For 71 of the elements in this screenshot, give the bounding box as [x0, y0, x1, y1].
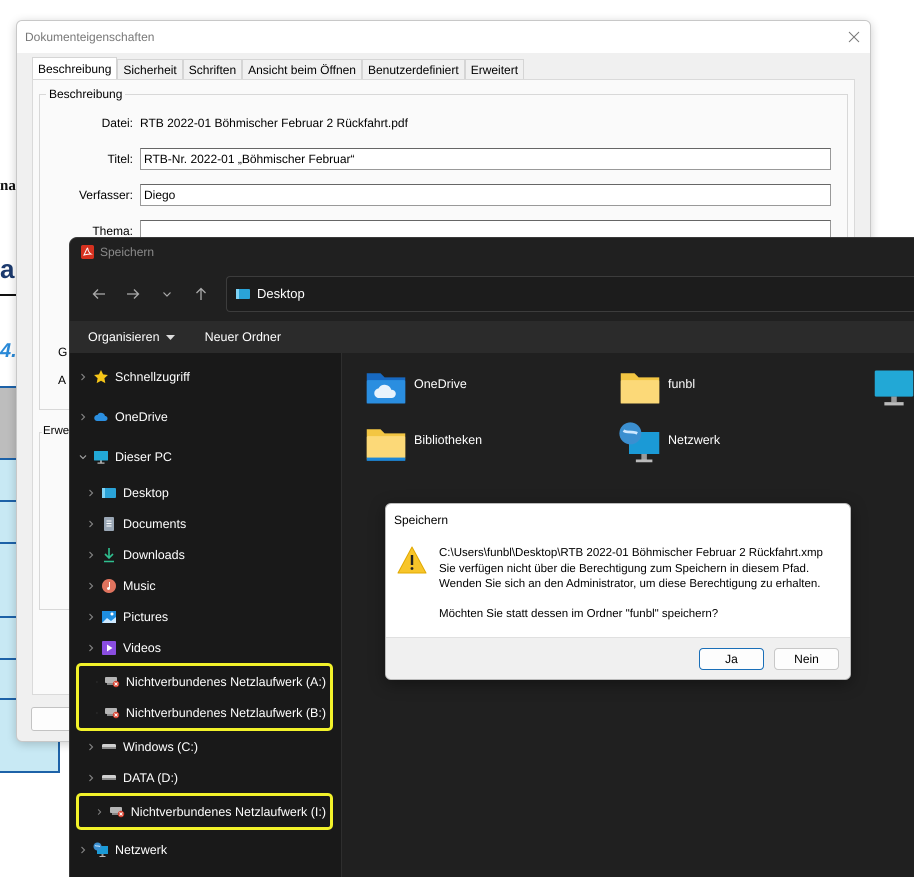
document-text: 4.	[0, 340, 17, 363]
field-label: A	[58, 373, 66, 387]
window-title: Dokumenteigenschaften	[25, 30, 154, 44]
nav-item[interactable]: Desktop	[70, 477, 341, 508]
up-arrow-icon[interactable]	[194, 286, 208, 300]
group-title: Beschreibung	[46, 87, 126, 101]
download-icon	[101, 546, 117, 562]
tab[interactable]: Sicherheit	[117, 59, 183, 79]
back-arrow-icon[interactable]	[92, 286, 106, 300]
question-text: Möchten Sie statt dessen im Ordner "funbl" speichern?	[439, 606, 720, 622]
nav-item[interactable]: Music	[70, 570, 341, 601]
dialog-button[interactable]: Ja	[699, 648, 764, 670]
input-field[interactable]: RTB-Nr. 2022-01 „Böhmischer Februar“	[140, 148, 831, 170]
network-drive-icon	[104, 676, 120, 688]
close-icon[interactable]	[848, 31, 860, 43]
dialog-button[interactable]: Nein	[774, 648, 839, 670]
network-drive-icon	[108, 806, 125, 818]
nav-item[interactable]: Windows (C:)	[70, 731, 341, 762]
tab[interactable]: Beschreibung	[32, 57, 118, 79]
message-text: C:\Users\funbl\Desktop\RTB 2022-01 Böhmischer Februar 2 Rückfahrt.xmp	[439, 546, 823, 561]
star-icon	[93, 369, 109, 385]
address-bar[interactable]: Desktop	[226, 276, 914, 312]
network-drive-icon	[104, 706, 120, 718]
window-title: Speichern	[100, 245, 154, 259]
tab[interactable]: Benutzerdefiniert	[362, 59, 465, 79]
nav-item[interactable]: Videos	[70, 632, 341, 663]
tab[interactable]: Ansicht beim Öffnen	[242, 59, 362, 79]
folder-item[interactable]: OneDrive	[364, 365, 618, 421]
group-title: Erwe	[42, 425, 70, 437]
tab[interactable]: Erweitert	[464, 59, 524, 79]
field-label: G	[58, 345, 68, 359]
folder-item[interactable]: Bibliotheken	[364, 421, 618, 477]
network-icon	[93, 842, 109, 858]
network-icon	[618, 421, 662, 465]
document-icon	[101, 516, 117, 532]
toolbar-button[interactable]: Organisieren	[88, 330, 175, 344]
field-label: Titel:	[106, 152, 134, 166]
nav-item[interactable]: Nichtverbundenes Netzlaufwerk (I:)	[79, 796, 326, 827]
toolbar-button[interactable]: Neuer Ordner	[204, 330, 282, 344]
nav-item[interactable]: DATA (D:)	[70, 762, 341, 793]
pdf-app-icon	[81, 245, 94, 259]
nav-item[interactable]: Pictures	[70, 601, 341, 632]
forward-arrow-icon[interactable]	[126, 286, 140, 300]
drive-icon	[101, 774, 117, 781]
nav-item[interactable]: OneDrive	[70, 397, 341, 437]
message-text: Sie verfügen nicht über die Berechtigung zum Speichern in diesem Pfad.	[439, 562, 810, 576]
nav-item[interactable]: Nichtverbundenes Netzlaufwerk (B:)	[79, 697, 326, 728]
folder-item[interactable]: Netzwerk	[618, 421, 872, 477]
pictures-icon	[101, 608, 117, 624]
music-icon	[101, 578, 117, 594]
nav-item[interactable]: Nichtverbundenes Netzlaufwerk (A:)	[79, 666, 326, 697]
nav-item[interactable]: Netzwerk	[70, 830, 341, 870]
warning-icon	[397, 546, 427, 574]
dialog-title: Speichern	[393, 512, 450, 529]
field-label: Verfasser:	[78, 188, 134, 202]
monitor-icon	[93, 449, 109, 465]
field-label: Datei:	[100, 116, 134, 130]
document-text: na	[0, 178, 16, 195]
nav-item[interactable]: Downloads	[70, 539, 341, 570]
document-text: a	[0, 254, 14, 285]
input-field[interactable]: Diego	[140, 184, 831, 206]
nav-item[interactable]: Documents	[70, 508, 341, 539]
video-icon	[101, 640, 117, 656]
drive-icon	[101, 743, 117, 750]
tab[interactable]: Schriften	[182, 59, 242, 79]
nav-item[interactable]: Schnellzugriff	[70, 357, 341, 397]
field-value: RTB 2022-01 Böhmischer Februar 2 Rückfahrt.pdf	[140, 116, 408, 130]
folder-item[interactable]: funbl	[618, 365, 872, 421]
message-text: Wenden Sie sich an den Administrator, um diese Berechtigung zu erhalten.	[439, 577, 822, 592]
nav-item[interactable]: Dieser PC	[70, 437, 341, 477]
field-label: Thema:	[91, 224, 134, 238]
